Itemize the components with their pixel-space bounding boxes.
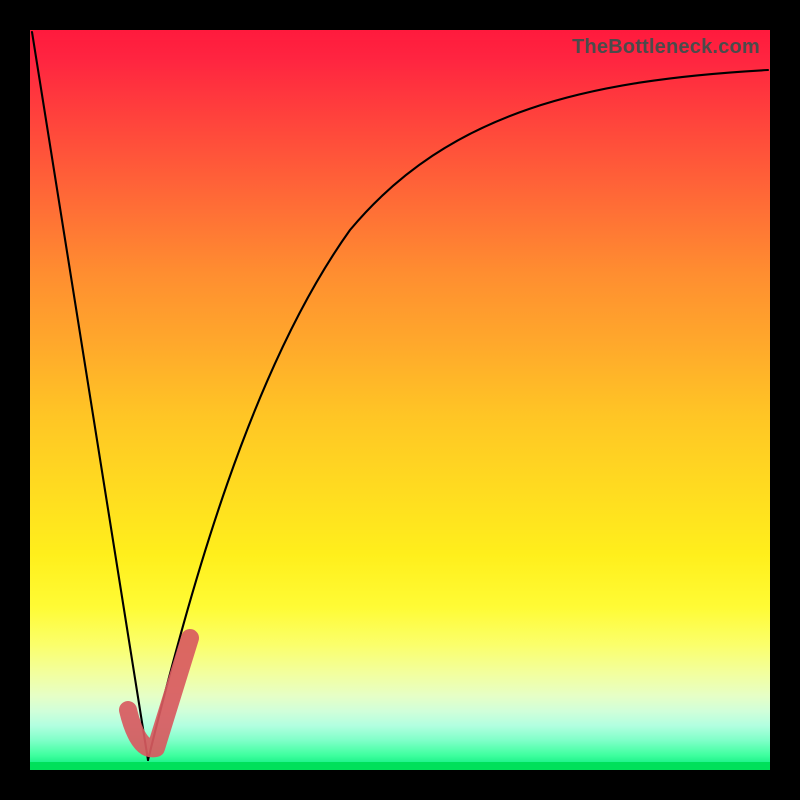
chart-frame: TheBottleneck.com bbox=[0, 0, 800, 800]
plot-area: TheBottleneck.com bbox=[30, 30, 770, 770]
watermark-text: TheBottleneck.com bbox=[572, 36, 760, 59]
curves-layer bbox=[30, 30, 770, 770]
bottleneck-curve-left bbox=[32, 32, 148, 760]
bottleneck-curve-right bbox=[148, 70, 768, 760]
